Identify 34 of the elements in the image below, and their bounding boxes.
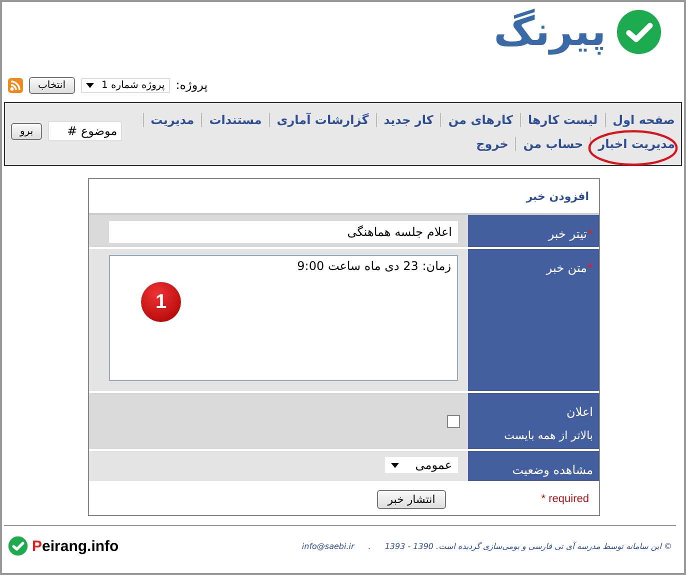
nav-link[interactable]: گزارشات آماری: [276, 113, 369, 127]
nav-link[interactable]: کار جدید: [384, 113, 434, 127]
publish-button[interactable]: انتشار خبر: [376, 490, 446, 508]
field-label: * متن خبر: [468, 249, 599, 391]
site-logo: پیرنگ: [494, 9, 606, 55]
caret-icon: [391, 462, 400, 468]
nav-link[interactable]: مدیریت: [150, 113, 194, 127]
project-select[interactable]: پروژه شماره 1: [80, 78, 170, 92]
nav-link[interactable]: مستندات: [209, 113, 262, 127]
visibility-select[interactable]: عمومی: [385, 457, 458, 473]
topic-field[interactable]: موضوع #: [48, 121, 122, 141]
go-button[interactable]: برو: [11, 122, 42, 140]
separator-dot: .: [368, 542, 371, 550]
field-label: مشاهده وضعیت: [468, 451, 599, 481]
select-button[interactable]: انتخاب: [29, 76, 74, 94]
checkbox[interactable]: [447, 414, 460, 428]
email-link[interactable]: info@saebi.ir: [302, 542, 354, 550]
nav-link[interactable]: صفحه اول: [612, 113, 675, 127]
nav-link[interactable]: کارهای من: [448, 113, 513, 127]
nav-link[interactable]: خروج: [476, 137, 508, 151]
nav-link[interactable]: حساب من: [523, 137, 584, 151]
required-note: * required: [541, 493, 589, 505]
nav-link[interactable]: لیست کارها: [528, 113, 598, 127]
caret-icon: [86, 82, 94, 88]
footer-brand: Peirang.info: [32, 538, 119, 554]
field-label: * تیتر خبر: [468, 215, 599, 247]
title-field[interactable]: اعلام جلسه هماهنگی: [109, 221, 458, 243]
copyright-text: © این سامانه توسط مدرسه آی تی فارسی و بومی‌سازی گردیده است. 1390 - 1393: [384, 542, 672, 550]
form-title: افزودن خبر: [526, 190, 589, 202]
rss-icon[interactable]: [8, 78, 23, 92]
check-logo-icon: [616, 9, 662, 55]
project-label: پروژه:: [176, 78, 208, 92]
field-label: اعلان بالاتر از همه بایست: [468, 393, 599, 449]
check-logo-icon: [8, 536, 28, 556]
